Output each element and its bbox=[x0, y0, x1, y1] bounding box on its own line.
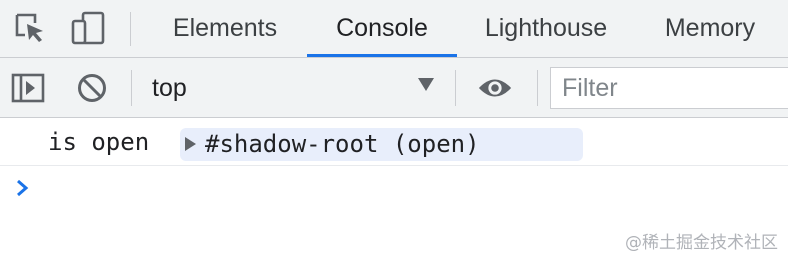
tab-lighthouse[interactable]: Lighthouse bbox=[462, 0, 630, 57]
chevron-right-icon bbox=[12, 176, 32, 200]
devtools-tab-bar: Elements Console Lighthouse Memory bbox=[0, 0, 788, 58]
tab-elements-label: Elements bbox=[172, 14, 278, 42]
expand-triangle-icon[interactable] bbox=[185, 137, 196, 151]
show-sidebar-icon[interactable] bbox=[10, 70, 46, 106]
shadow-root-node[interactable]: #shadow-root (open) bbox=[180, 128, 583, 161]
toolbar-divider bbox=[455, 70, 456, 106]
clear-console-icon[interactable] bbox=[74, 70, 110, 106]
filter-input[interactable] bbox=[550, 67, 788, 109]
console-prompt-input[interactable] bbox=[44, 172, 744, 202]
console-message-text: is open bbox=[48, 128, 150, 156]
devtools-window: Elements Console Lighthouse Memory top F… bbox=[0, 0, 788, 260]
toolbar-divider bbox=[537, 70, 538, 106]
execution-context-select[interactable]: top bbox=[140, 68, 440, 108]
tab-elements[interactable]: Elements bbox=[146, 0, 304, 57]
tab-console[interactable]: Console bbox=[307, 0, 457, 57]
tab-lighthouse-label: Lighthouse bbox=[484, 14, 608, 42]
console-toolbar: top bbox=[0, 58, 788, 118]
toolbar-divider bbox=[131, 70, 132, 106]
tab-bar-divider bbox=[130, 12, 131, 46]
tab-console-label: Console bbox=[336, 14, 428, 42]
watermark-text: @稀土掘金技术社区 bbox=[625, 233, 778, 253]
tab-memory[interactable]: Memory bbox=[640, 0, 780, 57]
shadow-root-label: #shadow-root (open) bbox=[205, 130, 480, 158]
console-message-row: is open #shadow-root (open) bbox=[0, 118, 788, 166]
live-expression-eye-icon[interactable] bbox=[477, 70, 513, 106]
dropdown-arrow-icon bbox=[418, 78, 434, 91]
device-toolbar-icon[interactable] bbox=[70, 10, 106, 46]
tab-memory-label: Memory bbox=[664, 14, 756, 42]
execution-context-value: top bbox=[152, 73, 187, 102]
inspect-element-icon[interactable] bbox=[12, 10, 48, 46]
